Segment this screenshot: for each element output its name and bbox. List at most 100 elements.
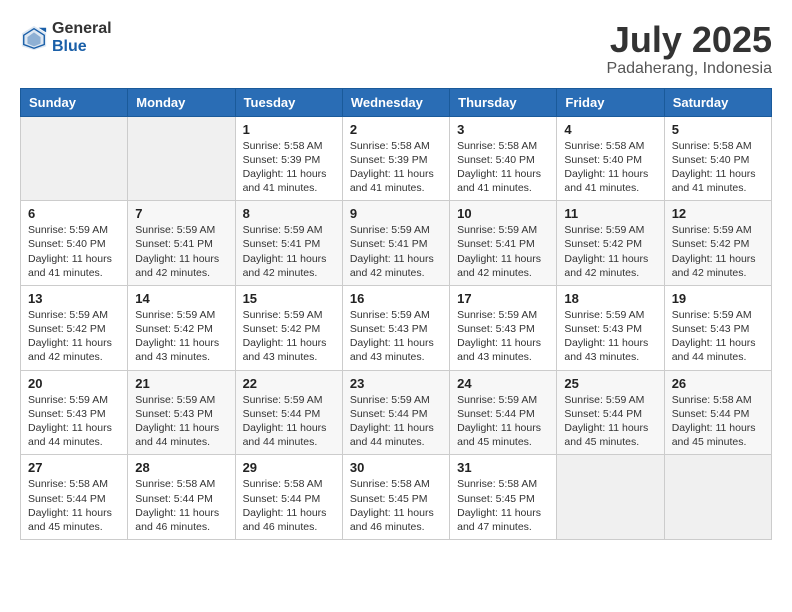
day-number: 2 <box>350 122 442 137</box>
calendar-week-5: 27Sunrise: 5:58 AMSunset: 5:44 PMDayligh… <box>21 455 772 540</box>
day-number: 3 <box>457 122 549 137</box>
day-info: Sunrise: 5:58 AMSunset: 5:45 PMDaylight:… <box>457 477 549 534</box>
day-info: Sunrise: 5:59 AMSunset: 5:43 PMDaylight:… <box>350 308 442 365</box>
logo-icon <box>20 24 48 52</box>
header-friday: Friday <box>557 88 664 116</box>
day-info: Sunrise: 5:58 AMSunset: 5:44 PMDaylight:… <box>243 477 335 534</box>
calendar-cell: 1Sunrise: 5:58 AMSunset: 5:39 PMDaylight… <box>235 116 342 201</box>
day-info: Sunrise: 5:59 AMSunset: 5:41 PMDaylight:… <box>135 223 227 280</box>
day-number: 18 <box>564 291 656 306</box>
day-number: 19 <box>672 291 764 306</box>
calendar-week-4: 20 Sunrise: 5:59 AMSunset: 5:43 PMDayligh… <box>21 370 772 455</box>
logo-blue: Blue <box>52 38 112 56</box>
calendar-cell: 2 Sunrise: 5:58 AMSunset: 5:39 PMDaylight… <box>342 116 449 201</box>
day-info: Sunrise: 5:58 AMSunset: 5:44 PMDaylight:… <box>28 477 120 534</box>
day-info: Sunrise: 5:58 AMSunset: 5:45 PMDaylight:… <box>350 477 442 534</box>
day-info: Sunrise: 5:59 AMSunset: 5:44 PMDaylight:… <box>564 393 656 450</box>
calendar-cell: 7 Sunrise: 5:59 AMSunset: 5:41 PMDaylight… <box>128 201 235 286</box>
day-info: Sunrise: 5:59 AMSunset: 5:42 PMDaylight:… <box>564 223 656 280</box>
day-number: 11 <box>564 206 656 221</box>
day-number: 14 <box>135 291 227 306</box>
location-subtitle: Padaherang, Indonesia <box>607 60 772 78</box>
calendar-cell: 21Sunrise: 5:59 AMSunset: 5:43 PMDayligh… <box>128 370 235 455</box>
day-info: Sunrise: 5:59 AMSunset: 5:43 PMDaylight:… <box>135 393 227 450</box>
day-info: Sunrise: 5:59 AMSunset: 5:42 PMDaylight:… <box>672 223 764 280</box>
day-info: Sunrise: 5:59 AMSunset: 5:41 PMDaylight:… <box>457 223 549 280</box>
day-number: 31 <box>457 460 549 475</box>
calendar-cell: 31 Sunrise: 5:58 AMSunset: 5:45 PMDayligh… <box>450 455 557 540</box>
day-info: Sunrise: 5:59 AMSunset: 5:42 PMDaylight:… <box>135 308 227 365</box>
calendar-cell: 6 Sunrise: 5:59 AMSunset: 5:40 PMDaylight… <box>21 201 128 286</box>
day-info: Sunrise: 5:58 AMSunset: 5:39 PMDaylight:… <box>243 139 335 196</box>
day-number: 13 <box>28 291 120 306</box>
day-info: Sunrise: 5:59 AMSunset: 5:42 PMDaylight:… <box>243 308 335 365</box>
header-wednesday: Wednesday <box>342 88 449 116</box>
calendar-week-2: 6 Sunrise: 5:59 AMSunset: 5:40 PMDaylight… <box>21 201 772 286</box>
day-number: 12 <box>672 206 764 221</box>
header-thursday: Thursday <box>450 88 557 116</box>
page-header: General Blue July 2025 Padaherang, Indon… <box>20 20 772 78</box>
calendar-cell: 16 Sunrise: 5:59 AMSunset: 5:43 PMDayligh… <box>342 285 449 370</box>
day-number: 28 <box>135 460 227 475</box>
calendar-cell: 30 Sunrise: 5:58 AMSunset: 5:45 PMDayligh… <box>342 455 449 540</box>
logo-general: General <box>52 20 112 38</box>
calendar-cell: 17 Sunrise: 5:59 AMSunset: 5:43 PMDayligh… <box>450 285 557 370</box>
day-number: 17 <box>457 291 549 306</box>
day-number: 7 <box>135 206 227 221</box>
month-title: July 2025 <box>607 20 772 60</box>
calendar-cell: 20 Sunrise: 5:59 AMSunset: 5:43 PMDayligh… <box>21 370 128 455</box>
day-info: Sunrise: 5:59 AMSunset: 5:43 PMDaylight:… <box>564 308 656 365</box>
calendar-cell: 5Sunrise: 5:58 AMSunset: 5:40 PMDaylight… <box>664 116 771 201</box>
day-number: 16 <box>350 291 442 306</box>
day-info: Sunrise: 5:58 AMSunset: 5:44 PMDaylight:… <box>135 477 227 534</box>
day-number: 15 <box>243 291 335 306</box>
calendar-cell: 28 Sunrise: 5:58 AMSunset: 5:44 PMDayligh… <box>128 455 235 540</box>
day-number: 26 <box>672 376 764 391</box>
logo-text: General Blue <box>52 20 112 55</box>
day-info: Sunrise: 5:58 AMSunset: 5:44 PMDaylight:… <box>672 393 764 450</box>
day-number: 20 <box>28 376 120 391</box>
calendar-cell: 26 Sunrise: 5:58 AMSunset: 5:44 PMDayligh… <box>664 370 771 455</box>
header-saturday: Saturday <box>664 88 771 116</box>
calendar-week-1: 1Sunrise: 5:58 AMSunset: 5:39 PMDaylight… <box>21 116 772 201</box>
day-number: 6 <box>28 206 120 221</box>
day-number: 25 <box>564 376 656 391</box>
day-number: 24 <box>457 376 549 391</box>
day-info: Sunrise: 5:58 AMSunset: 5:40 PMDaylight:… <box>672 139 764 196</box>
day-info: Sunrise: 5:59 AMSunset: 5:42 PMDaylight:… <box>28 308 120 365</box>
calendar-cell: 22Sunrise: 5:59 AMSunset: 5:44 PMDayligh… <box>235 370 342 455</box>
calendar-cell: 9 Sunrise: 5:59 AMSunset: 5:41 PMDaylight… <box>342 201 449 286</box>
day-info: Sunrise: 5:58 AMSunset: 5:39 PMDaylight:… <box>350 139 442 196</box>
day-info: Sunrise: 5:59 AMSunset: 5:44 PMDaylight:… <box>457 393 549 450</box>
day-info: Sunrise: 5:59 AMSunset: 5:40 PMDaylight:… <box>28 223 120 280</box>
calendar-cell: 24 Sunrise: 5:59 AMSunset: 5:44 PMDayligh… <box>450 370 557 455</box>
day-info: Sunrise: 5:58 AMSunset: 5:40 PMDaylight:… <box>457 139 549 196</box>
calendar-cell: 25 Sunrise: 5:59 AMSunset: 5:44 PMDayligh… <box>557 370 664 455</box>
day-info: Sunrise: 5:59 AMSunset: 5:41 PMDaylight:… <box>243 223 335 280</box>
day-info: Sunrise: 5:59 AMSunset: 5:43 PMDaylight:… <box>457 308 549 365</box>
calendar-cell: 14 Sunrise: 5:59 AMSunset: 5:42 PMDayligh… <box>128 285 235 370</box>
calendar-cell <box>557 455 664 540</box>
calendar-cell: 29Sunrise: 5:58 AMSunset: 5:44 PMDayligh… <box>235 455 342 540</box>
day-number: 30 <box>350 460 442 475</box>
calendar-cell: 27Sunrise: 5:58 AMSunset: 5:44 PMDayligh… <box>21 455 128 540</box>
day-number: 4 <box>564 122 656 137</box>
day-number: 9 <box>350 206 442 221</box>
day-info: Sunrise: 5:59 AMSunset: 5:44 PMDaylight:… <box>350 393 442 450</box>
calendar-cell: 23 Sunrise: 5:59 AMSunset: 5:44 PMDayligh… <box>342 370 449 455</box>
calendar-header-row: SundayMondayTuesdayWednesdayThursdayFrid… <box>21 88 772 116</box>
calendar-cell <box>21 116 128 201</box>
day-info: Sunrise: 5:58 AMSunset: 5:40 PMDaylight:… <box>564 139 656 196</box>
calendar-cell <box>128 116 235 201</box>
calendar-cell: 3 Sunrise: 5:58 AMSunset: 5:40 PMDaylight… <box>450 116 557 201</box>
header-tuesday: Tuesday <box>235 88 342 116</box>
day-info: Sunrise: 5:59 AMSunset: 5:43 PMDaylight:… <box>672 308 764 365</box>
calendar-week-3: 13 Sunrise: 5:59 AMSunset: 5:42 PMDayligh… <box>21 285 772 370</box>
day-info: Sunrise: 5:59 AMSunset: 5:41 PMDaylight:… <box>350 223 442 280</box>
day-number: 23 <box>350 376 442 391</box>
day-number: 10 <box>457 206 549 221</box>
calendar-cell <box>664 455 771 540</box>
day-number: 22 <box>243 376 335 391</box>
calendar-cell: 12 Sunrise: 5:59 AMSunset: 5:42 PMDayligh… <box>664 201 771 286</box>
day-info: Sunrise: 5:59 AMSunset: 5:43 PMDaylight:… <box>28 393 120 450</box>
